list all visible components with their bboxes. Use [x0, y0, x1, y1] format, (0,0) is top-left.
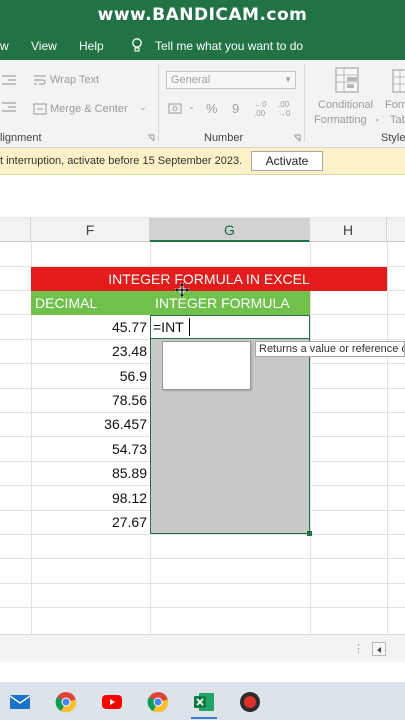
- accounting-format-icon[interactable]: [168, 102, 186, 116]
- column-header-h[interactable]: H: [310, 218, 387, 242]
- tab-help[interactable]: Help: [79, 36, 104, 56]
- decimal-cell[interactable]: 23.48: [31, 339, 147, 363]
- number-group-label: Number: [204, 132, 244, 144]
- format-as-table-icon[interactable]: [392, 68, 405, 94]
- scroll-left-button[interactable]: [372, 642, 386, 656]
- tab-view[interactable]: View: [31, 36, 57, 56]
- sheet-tabs-bar: [0, 634, 405, 662]
- activate-button[interactable]: Activate: [251, 151, 323, 171]
- function-autocomplete-list[interactable]: [162, 341, 251, 390]
- decimal-cell[interactable]: 56.9: [31, 364, 147, 388]
- decimal-cell[interactable]: 45.77: [31, 315, 147, 339]
- scroll-split-handle-icon[interactable]: ⋮: [353, 642, 364, 655]
- column-headers: F G H: [0, 218, 405, 242]
- license-warning-bar: t interruption, activate before 15 Septe…: [0, 148, 405, 175]
- tell-me-search[interactable]: Tell me what you want to do: [155, 36, 303, 56]
- decimal-cell[interactable]: 98.12: [31, 486, 147, 510]
- merge-center-button[interactable]: Merge & Center: [50, 103, 128, 115]
- ribbon-separator: [158, 64, 159, 142]
- comma-style-icon[interactable]: 9: [232, 101, 239, 116]
- active-app-indicator: [191, 717, 217, 719]
- grid-line: [0, 583, 405, 584]
- grid-line: [0, 607, 405, 608]
- grid-line: [310, 242, 311, 634]
- excel-icon[interactable]: [193, 691, 215, 713]
- license-message: t interruption, activate before 15 Septe…: [0, 155, 243, 167]
- bandicam-watermark: www.BANDICAM.com: [97, 5, 308, 25]
- windows-taskbar: [0, 682, 405, 720]
- ribbon-separator: [304, 64, 305, 142]
- grid-line: [387, 242, 388, 634]
- indent-icon: [2, 75, 16, 85]
- decimal-cell[interactable]: 54.73: [31, 437, 147, 461]
- conditional-formatting-icon[interactable]: [334, 66, 360, 94]
- merge-center-icon: [33, 103, 47, 115]
- format-as-table-label-2[interactable]: Tab: [390, 114, 405, 126]
- chrome-icon[interactable]: [55, 691, 77, 713]
- alignment-group-label: lignment: [0, 132, 42, 144]
- ribbon: Wrap Text Merge & Center ⌄ lignment Gene…: [0, 60, 405, 148]
- decimal-cell[interactable]: 78.56: [31, 388, 147, 412]
- chrome-icon[interactable]: [147, 691, 169, 713]
- dialog-launcher-icon[interactable]: [147, 134, 155, 142]
- move-cursor-icon: [175, 283, 189, 297]
- grid-line: [0, 534, 405, 535]
- accounting-dropdown-icon[interactable]: ⌄: [188, 102, 195, 111]
- conditional-formatting-label-1[interactable]: Conditional: [318, 99, 373, 111]
- title-bar: www.BANDICAM.com w View Help Tell me wha…: [0, 0, 405, 60]
- decimal-cell[interactable]: 27.67: [31, 510, 147, 534]
- function-tooltip: Returns a value or reference o: [255, 341, 405, 357]
- text-caret: [189, 318, 190, 336]
- active-cell-formula: =INT: [153, 319, 184, 335]
- decimal-cell[interactable]: 85.89: [31, 461, 147, 485]
- wrap-text-button[interactable]: Wrap Text: [50, 74, 99, 86]
- bandicam-record-icon[interactable]: [239, 691, 261, 713]
- decrease-decimal-icon[interactable]: .00 →0: [278, 100, 290, 118]
- wrap-text-icon: [34, 75, 46, 85]
- conditional-formatting-label-2[interactable]: Formatting: [314, 114, 367, 126]
- caret-left-icon: [377, 647, 381, 653]
- sheet-title: INTEGER FORMULA IN EXCEL: [108, 271, 310, 287]
- lightbulb-icon: [132, 38, 142, 52]
- column-header-f[interactable]: F: [31, 218, 150, 242]
- conditional-dropdown-icon[interactable]: ⌄: [374, 114, 381, 123]
- header-cell-decimal[interactable]: DECIMAL: [31, 291, 150, 315]
- merge-dropdown-icon[interactable]: ⌄: [139, 102, 147, 113]
- ribbon-tabs: w View Help Tell me what you want to do: [0, 36, 405, 56]
- fill-handle[interactable]: [307, 531, 312, 536]
- header-cell-integer-formula[interactable]: INTEGER FORMULA: [150, 291, 310, 315]
- number-dialog-launcher-icon[interactable]: [293, 134, 301, 142]
- formula-bar-area: [0, 176, 405, 218]
- tab-fragment-icon[interactable]: w: [0, 36, 9, 56]
- column-header-g[interactable]: G: [150, 218, 310, 242]
- youtube-icon[interactable]: [101, 691, 123, 713]
- percent-style-icon[interactable]: %: [206, 101, 218, 116]
- mail-icon[interactable]: [9, 691, 31, 713]
- status-area: [0, 662, 405, 682]
- number-format-select[interactable]: General ▼: [166, 71, 296, 89]
- grid-line: [0, 558, 405, 559]
- format-as-table-label-1[interactable]: Form: [385, 99, 405, 111]
- chevron-down-icon: ▼: [284, 75, 292, 84]
- outdent-icon: [2, 102, 16, 112]
- number-format-value: General: [171, 74, 211, 86]
- increase-decimal-icon[interactable]: ←0.00: [254, 100, 266, 118]
- column-header-e[interactable]: [0, 218, 31, 242]
- decimal-cell[interactable]: 36.457: [31, 412, 147, 436]
- column-header-i[interactable]: [387, 218, 405, 242]
- styles-group-label: Style: [381, 132, 405, 144]
